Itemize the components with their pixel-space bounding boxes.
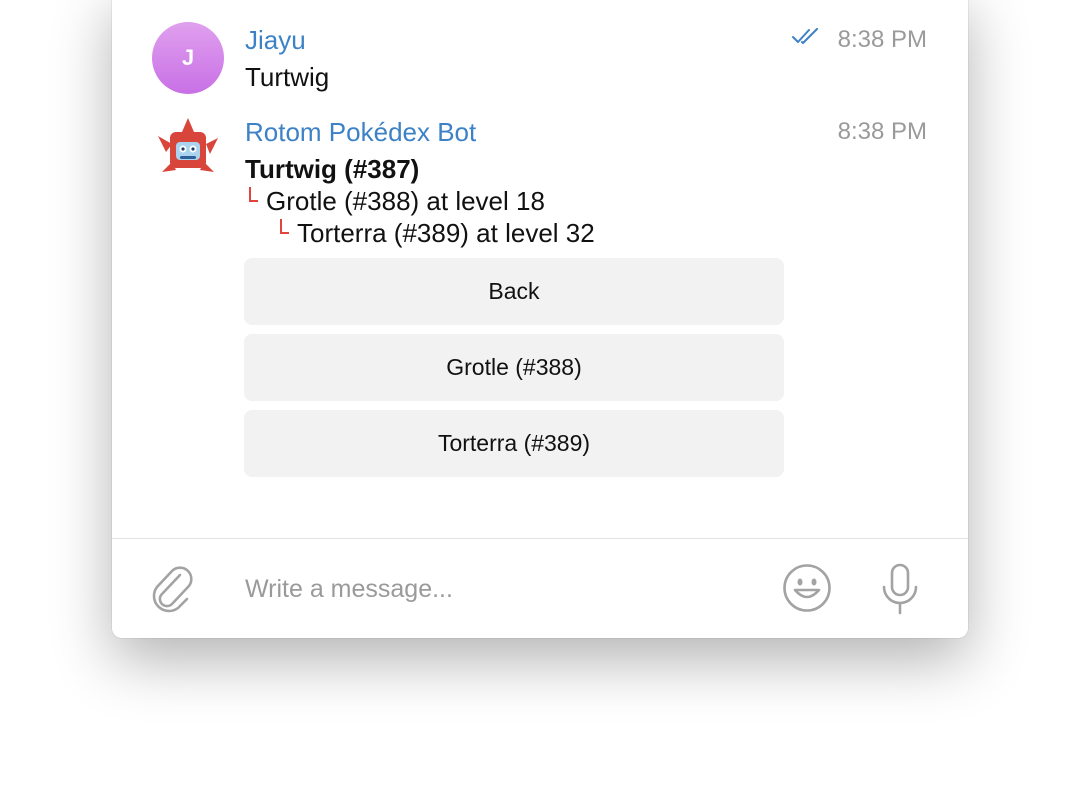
grotle-button[interactable]: Grotle (#388) [244, 334, 784, 401]
message-time: 8:38 PM [837, 26, 927, 53]
avatar-jiayu[interactable]: J [152, 22, 224, 94]
sender-name[interactable]: Rotom Pokédex Bot [245, 117, 476, 148]
branch-icon [280, 219, 289, 234]
evolution-text: Torterra (#389) at level 32 [297, 218, 595, 248]
rotom-pokedex-icon[interactable] [152, 114, 224, 186]
message-composer: Write a message... [112, 538, 968, 638]
chat-window: J Jiayu 8:38 PM Turtwig Rotom Pokédex Bo… [112, 0, 968, 638]
torterra-button[interactable]: Torterra (#389) [244, 410, 784, 477]
back-button[interactable]: Back [244, 258, 784, 325]
evolution-text: Grotle (#388) at level 18 [266, 186, 545, 216]
message-time: 8:38 PM [837, 118, 927, 145]
smiley-icon[interactable] [782, 563, 832, 618]
avatar-initial: J [181, 45, 195, 70]
sender-name[interactable]: Jiayu [245, 25, 306, 56]
double-check-icon [792, 28, 822, 51]
branch-icon [249, 187, 258, 202]
paperclip-icon[interactable] [150, 563, 196, 620]
evolution-line: Torterra (#389) at level 32 [280, 218, 595, 249]
message-input[interactable]: Write a message... [245, 575, 453, 604]
microphone-icon[interactable] [880, 563, 920, 620]
evolution-line: Grotle (#388) at level 18 [249, 186, 545, 217]
pokemon-title: Turtwig (#387) [245, 154, 420, 184]
message-text: Turtwig [245, 62, 330, 92]
